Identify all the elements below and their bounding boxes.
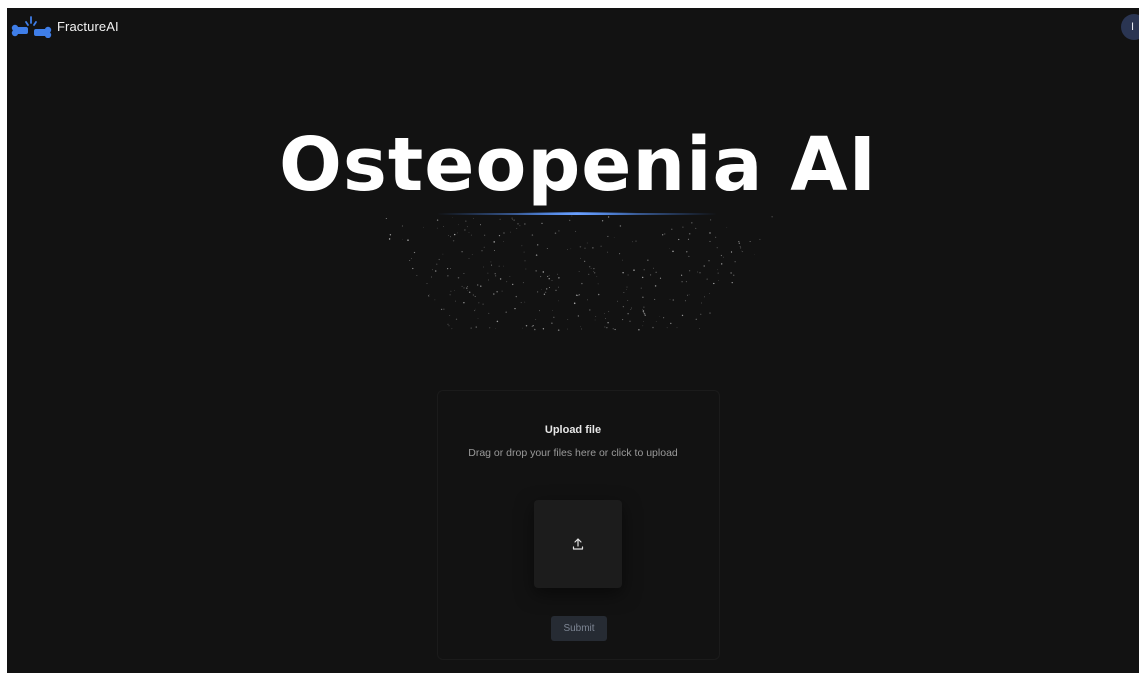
top-bar: FractureAI I bbox=[7, 8, 1139, 44]
upload-icon bbox=[572, 538, 584, 550]
avatar-initial: I bbox=[1131, 21, 1135, 33]
upload-subtitle: Drag or drop your files here or click to… bbox=[468, 447, 678, 459]
hero-title: Osteopenia AI bbox=[278, 122, 878, 208]
brand-logo[interactable]: FractureAI bbox=[11, 14, 119, 38]
file-dropzone[interactable] bbox=[534, 500, 622, 588]
submit-button[interactable]: Submit bbox=[551, 616, 607, 641]
sparkles-decoration bbox=[385, 212, 773, 331]
brand-name: FractureAI bbox=[57, 18, 119, 34]
bone-fracture-logo-icon bbox=[11, 16, 52, 38]
user-avatar[interactable]: I bbox=[1121, 14, 1139, 40]
upload-title: Upload file bbox=[544, 424, 602, 436]
app-window: FractureAI I Osteopenia AI Upload file D… bbox=[7, 8, 1139, 673]
